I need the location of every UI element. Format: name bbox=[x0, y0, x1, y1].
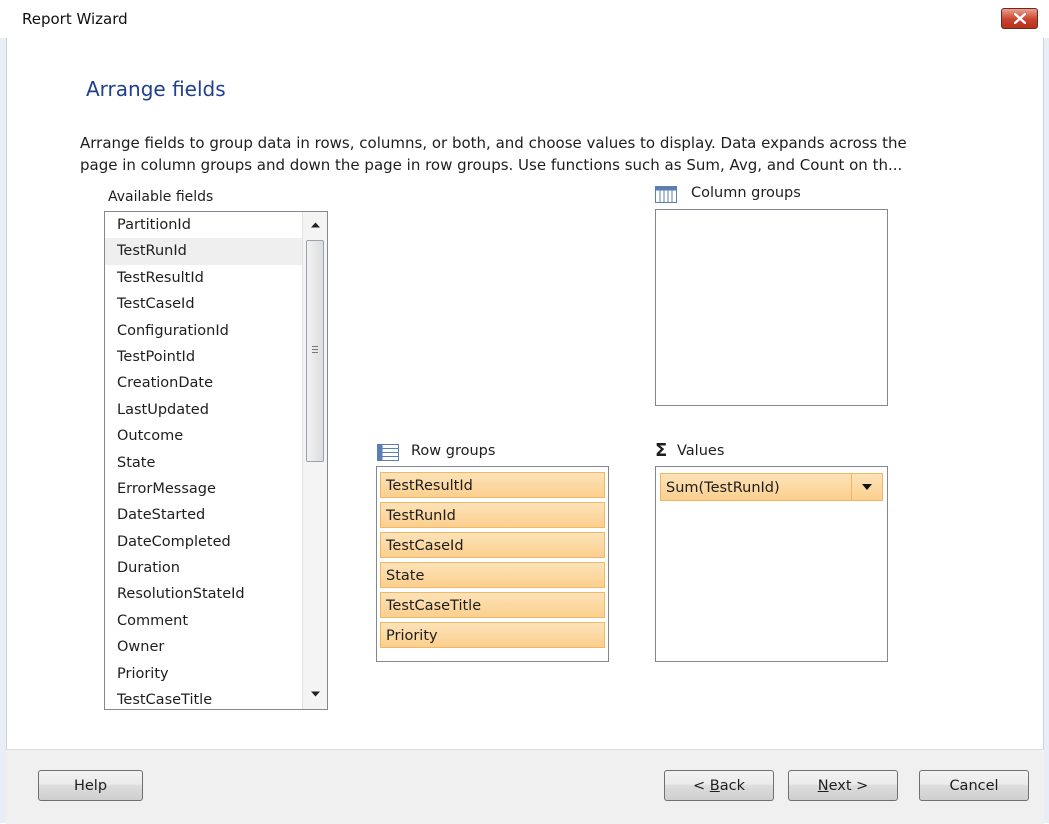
value-dropdown-button[interactable] bbox=[851, 474, 882, 500]
column-groups-label: Column groups bbox=[691, 185, 801, 201]
scroll-up-button[interactable] bbox=[303, 214, 327, 238]
page-description: Arrange fields to group data in rows, co… bbox=[80, 132, 1020, 176]
back-button-access-key: B bbox=[709, 778, 720, 794]
back-button[interactable]: < Back bbox=[664, 770, 774, 801]
available-field-item[interactable]: TestCaseId bbox=[105, 291, 327, 317]
available-field-item[interactable]: TestCaseTitle bbox=[105, 687, 327, 709]
available-fields-list[interactable]: PartitionId TestRunId TestResultId TestCase… bbox=[104, 211, 328, 710]
available-field-item[interactable]: ResolutionStateId bbox=[105, 581, 327, 607]
help-button[interactable]: Help bbox=[38, 770, 143, 801]
available-field-item[interactable]: LastUpdated bbox=[105, 397, 327, 423]
next-button-access-key: N bbox=[817, 778, 829, 794]
chevron-down-icon bbox=[862, 484, 872, 490]
next-button-rest: ext > bbox=[828, 778, 869, 794]
row-group-chip[interactable]: Priority bbox=[380, 622, 605, 648]
available-field-item[interactable]: DateStarted bbox=[105, 502, 327, 528]
scroll-down-arrow-icon bbox=[311, 691, 320, 697]
row-list-icon bbox=[377, 444, 399, 461]
values-label: Values bbox=[677, 443, 725, 459]
column-grid-icon bbox=[655, 186, 677, 203]
available-field-item[interactable]: State bbox=[105, 450, 327, 476]
available-fields-items: PartitionId TestRunId TestResultId TestCase… bbox=[105, 212, 327, 709]
available-field-item[interactable]: PartitionId bbox=[105, 212, 327, 238]
close-icon bbox=[1014, 13, 1026, 24]
row-group-chip[interactable]: TestCaseId bbox=[380, 532, 605, 558]
available-field-item[interactable]: ConfigurationId bbox=[105, 318, 327, 344]
available-field-item[interactable]: TestResultId bbox=[105, 265, 327, 291]
row-group-chip[interactable]: TestRunId bbox=[380, 502, 605, 528]
next-button[interactable]: Next > bbox=[788, 770, 898, 801]
vertical-scrollbar[interactable] bbox=[302, 212, 327, 709]
page-heading: Arrange fields bbox=[86, 77, 226, 101]
scrollbar-thumb[interactable] bbox=[306, 240, 324, 462]
sigma-icon: Σ bbox=[655, 440, 668, 461]
scroll-down-button[interactable] bbox=[303, 683, 327, 707]
wizard-footer: Help < Back Next > Cancel bbox=[6, 749, 1044, 824]
available-field-item[interactable]: DateCompleted bbox=[105, 529, 327, 555]
available-field-item[interactable]: Priority bbox=[105, 661, 327, 687]
values-box[interactable]: Sum(TestRunId) bbox=[655, 466, 888, 662]
available-field-item[interactable]: Owner bbox=[105, 634, 327, 660]
window-title: Report Wizard bbox=[22, 10, 128, 28]
value-field-label: Sum(TestRunId) bbox=[666, 480, 780, 496]
scroll-up-arrow-icon bbox=[311, 222, 320, 228]
available-field-item[interactable]: Duration bbox=[105, 555, 327, 581]
row-group-chip[interactable]: State bbox=[380, 562, 605, 588]
back-button-rest: ack bbox=[719, 778, 745, 794]
title-bar: Report Wizard bbox=[0, 0, 1049, 40]
row-group-chip[interactable]: TestResultId bbox=[380, 472, 605, 498]
available-field-item[interactable]: CreationDate bbox=[105, 370, 327, 396]
window-border-left bbox=[0, 38, 7, 823]
description-line-2: page in column groups and down the page … bbox=[80, 156, 903, 174]
description-line-1: Arrange fields to group data in rows, co… bbox=[80, 134, 907, 152]
available-fields-label: Available fields bbox=[108, 189, 214, 205]
available-field-item[interactable]: Outcome bbox=[105, 423, 327, 449]
report-wizard-window: Report Wizard Arrange fields Arrange fie… bbox=[0, 0, 1049, 824]
available-field-item[interactable]: ErrorMessage bbox=[105, 476, 327, 502]
back-button-prefix: < bbox=[693, 778, 710, 794]
close-button[interactable] bbox=[1001, 8, 1038, 29]
available-field-item[interactable]: TestRunId bbox=[105, 238, 327, 265]
column-groups-box[interactable] bbox=[655, 209, 888, 406]
cancel-button[interactable]: Cancel bbox=[919, 770, 1029, 801]
value-field-chip[interactable]: Sum(TestRunId) bbox=[660, 473, 883, 501]
window-border-right bbox=[1043, 38, 1049, 823]
row-groups-box[interactable]: TestResultId TestRunId TestCaseId State Test… bbox=[376, 466, 609, 662]
scroll-grip-icon bbox=[312, 346, 318, 355]
row-group-chip[interactable]: TestCaseTitle bbox=[380, 592, 605, 618]
available-field-item[interactable]: Comment bbox=[105, 608, 327, 634]
available-field-item[interactable]: TestPointId bbox=[105, 344, 327, 370]
row-groups-label: Row groups bbox=[411, 443, 496, 459]
